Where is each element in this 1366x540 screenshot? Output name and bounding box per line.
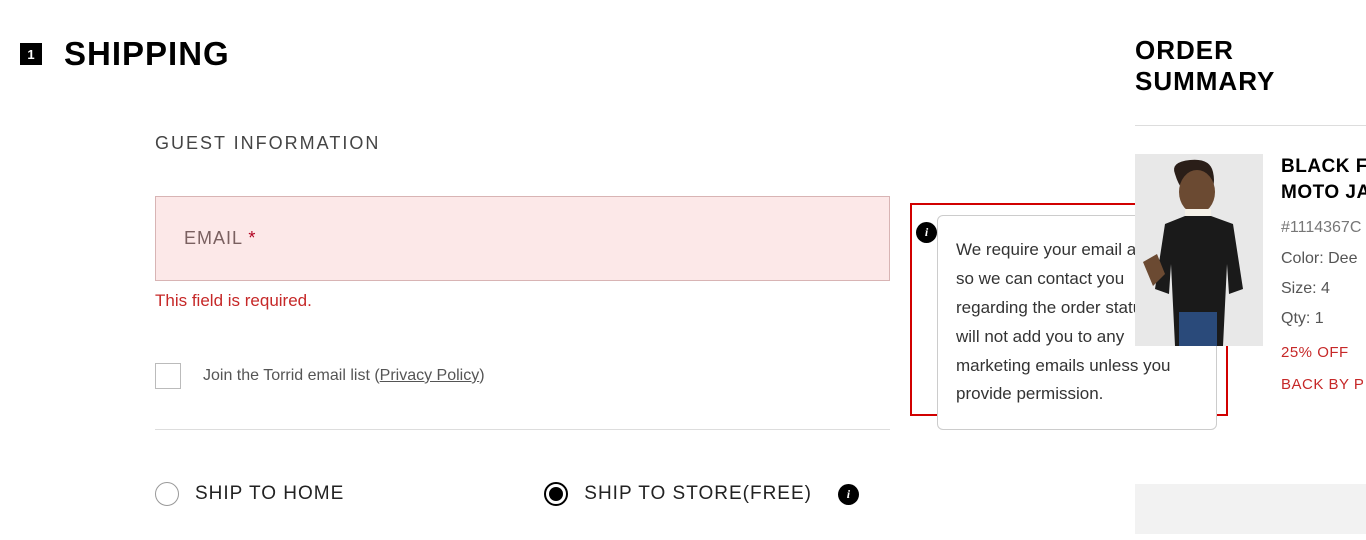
step-title: SHIPPING: [64, 35, 230, 73]
privacy-policy-link[interactable]: Privacy Policy: [380, 367, 480, 384]
section-divider: [155, 429, 890, 430]
join-email-list-label: Join the Torrid email list (Privacy Poli…: [203, 367, 485, 385]
order-summary-title: ORDER SUMMARY: [1135, 35, 1366, 97]
shipping-options: SHIP TO HOME SHIP TO STORE(FREE) i: [155, 482, 910, 506]
product-promo: 25% OFF: [1281, 339, 1366, 368]
summary-footer-block: [1135, 484, 1366, 534]
product-size: Size: 4: [1281, 274, 1366, 304]
join-email-list-checkbox[interactable]: [155, 363, 181, 389]
ship-to-home-label: SHIP TO HOME: [195, 483, 344, 505]
ship-to-store-radio[interactable]: [544, 482, 568, 506]
email-label: EMAIL *: [184, 228, 256, 249]
summary-item: BLACK FAU MOTO JACK #1114367C Color: Dee…: [1135, 154, 1366, 400]
product-color: Color: Dee: [1281, 244, 1366, 274]
ship-to-store-label: SHIP TO STORE(FREE): [584, 483, 812, 505]
step-number-badge: 1: [20, 43, 42, 65]
product-qty: Qty: 1: [1281, 304, 1366, 334]
guest-information-label: GUEST INFORMATION: [155, 133, 910, 154]
product-sku: #1114367C: [1281, 213, 1366, 243]
product-promo-2: BACK BY P: [1281, 371, 1366, 400]
info-icon[interactable]: i: [838, 484, 859, 505]
summary-divider: [1135, 125, 1366, 126]
product-image: [1135, 154, 1263, 346]
email-field[interactable]: EMAIL *: [155, 196, 890, 281]
email-error-message: This field is required.: [155, 291, 910, 311]
ship-to-home-radio[interactable]: [155, 482, 179, 506]
step-header: 1 SHIPPING: [20, 35, 910, 73]
product-name: BLACK FAU MOTO JACK: [1281, 154, 1366, 205]
info-icon[interactable]: i: [916, 222, 937, 243]
